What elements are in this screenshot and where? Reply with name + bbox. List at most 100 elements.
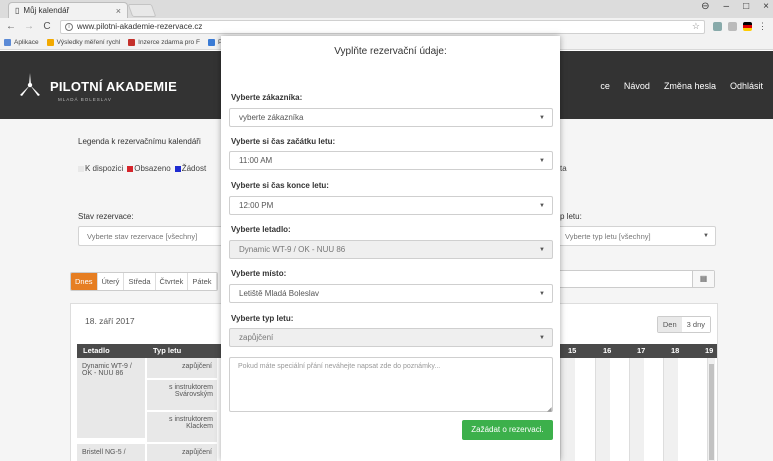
location-select-value: Letiště Mladá Boleslav <box>239 289 320 298</box>
menu-icon[interactable]: ⋮ <box>758 21 767 32</box>
legend-label: K dispozici <box>85 164 124 173</box>
aircraft-select[interactable]: Dynamic WT-9 / OK - NUU 86 ▼ <box>229 240 553 259</box>
type-filter-label: p letu: <box>560 212 582 221</box>
scrollbar-thumb[interactable] <box>709 364 714 460</box>
browser-tab-strip: ▯ Můj kalendář × ⊖ – □ × <box>0 0 773 18</box>
maximize-button[interactable]: □ <box>743 1 749 12</box>
day-tab[interactable]: Středa <box>124 273 156 290</box>
location-label: Vyberte místo: <box>231 269 287 278</box>
flight-type-cell: s instruktorem Svárovským <box>147 380 217 410</box>
type-filter-select[interactable]: Vyberte typ letu [všechny] ▼ <box>556 226 716 246</box>
end-time-select[interactable]: 12:00 PM ▼ <box>229 196 553 215</box>
legend-swatch <box>174 165 181 172</box>
bookmark-star-icon[interactable]: ☆ <box>692 21 700 32</box>
time-slot[interactable] <box>629 358 644 461</box>
legend-label: Obsazeno <box>134 164 171 173</box>
extensions: ⋮ <box>713 21 767 32</box>
header-hour: 17 <box>637 346 646 355</box>
reload-button[interactable]: C <box>42 21 52 32</box>
day-tab[interactable]: Čtvrtek <box>155 273 189 290</box>
nav-item-change-password[interactable]: Změna hesla <box>664 81 716 91</box>
back-button[interactable]: ← <box>6 21 16 32</box>
grid-scrollbar[interactable] <box>707 358 715 461</box>
bookmark-icon <box>207 38 215 46</box>
extension-icon[interactable] <box>713 22 722 31</box>
chevron-down-icon: ▼ <box>539 114 545 121</box>
bookmark-item[interactable]: Inzerce zdarma pro F <box>128 38 200 46</box>
end-time-label: Vyberte si čas konce letu: <box>231 181 329 190</box>
browser-tab[interactable]: ▯ Můj kalendář × <box>8 2 128 18</box>
customer-select[interactable]: vyberte zákazníka ▼ <box>229 108 553 127</box>
start-time-label: Vyberte si čas začátku letu: <box>231 137 336 146</box>
chevron-down-icon: ▼ <box>539 202 545 209</box>
header-flight-type: Typ letu <box>153 346 182 355</box>
chevron-down-icon: ▼ <box>703 233 709 239</box>
day-tab[interactable]: Pátek <box>188 273 217 290</box>
submit-reservation-button[interactable]: Zažádat o rezervaci. <box>462 420 553 440</box>
bookmark-icon <box>128 38 136 46</box>
reservation-modal: Vyplňte rezervační údaje: Vyberte zákazn… <box>221 36 560 461</box>
status-filter-value: Vyberte stav rezervace [všechny] <box>87 231 198 241</box>
view-day-button[interactable]: Den <box>657 317 682 332</box>
nav-item-guide[interactable]: Návod <box>624 81 650 91</box>
aircraft-label: Vyberte letadlo: <box>231 225 291 234</box>
minimize-button[interactable]: – <box>724 1 730 12</box>
logo-subtitle: MLADÁ BOLESLAV <box>58 97 112 102</box>
chevron-down-icon: ▼ <box>539 246 545 253</box>
nav-item-partial[interactable]: ce <box>600 81 610 91</box>
bookmark-label: Aplikace <box>14 38 39 46</box>
flight-type-select[interactable]: zapůjčení ▼ <box>229 328 553 347</box>
propeller-logo-icon <box>20 73 40 96</box>
new-tab-button[interactable] <box>127 4 157 17</box>
note-textarea[interactable] <box>229 357 553 412</box>
logo-text[interactable]: PILOTNÍ AKADEMIE <box>50 79 177 94</box>
time-slot[interactable] <box>560 358 575 461</box>
extension-icon[interactable] <box>728 22 737 31</box>
flag-icon[interactable] <box>743 22 752 31</box>
customer-label: Vyberte zákazníka: <box>231 93 303 102</box>
tab-title: Můj kalendář <box>23 6 70 15</box>
url-field[interactable]: i www.pilotni-akademie-rezervace.cz ☆ <box>60 19 705 34</box>
start-time-select[interactable]: 11:00 AM ▼ <box>229 151 553 170</box>
day-tabs: Dnes Úterý Středa Čtvrtek Pátek <box>70 272 218 291</box>
forward-button[interactable]: → <box>24 21 34 32</box>
legend-label: Žádost <box>181 164 207 173</box>
date-picker[interactable]: ▦ <box>555 270 715 288</box>
legend-title: Legenda k rezervačnímu kalendáři <box>78 137 201 146</box>
header-hour: 19 <box>705 346 714 355</box>
header-hour: 18 <box>671 346 680 355</box>
bookmark-label: Inzerce zdarma pro F <box>138 38 200 46</box>
header-hour: 15 <box>568 346 577 355</box>
time-slot[interactable] <box>595 358 610 461</box>
chevron-down-icon: ▼ <box>539 334 545 341</box>
bookmark-label: Výsledky měření rychl <box>56 38 121 46</box>
nav-item-logout[interactable]: Odhlásit <box>730 81 763 91</box>
url-text: www.pilotni-akademie-rezervace.cz <box>77 22 203 31</box>
aircraft-cell: Dynamic WT-9 / OK - NUU 86 <box>77 358 145 438</box>
info-icon[interactable]: i <box>65 22 73 31</box>
close-icon[interactable]: × <box>116 6 121 16</box>
resize-handle-icon[interactable]: ◢ <box>547 406 552 413</box>
status-filter-select[interactable]: Vyberte stav rezervace [všechny] <box>78 226 228 246</box>
close-window-button[interactable]: × <box>763 1 769 12</box>
legend-swatch <box>127 165 134 172</box>
bookmark-item[interactable]: Aplikace <box>4 38 39 46</box>
day-tab[interactable]: Úterý <box>97 273 125 290</box>
bookmark-item[interactable]: Výsledky měření rychl <box>46 38 121 46</box>
aircraft-select-value: Dynamic WT-9 / OK - NUU 86 <box>239 245 346 254</box>
header-aircraft: Letadlo <box>83 346 110 355</box>
calendar-date: 18. září 2017 <box>85 316 135 326</box>
calendar-icon[interactable]: ▦ <box>692 271 714 287</box>
day-tab[interactable]: Dnes <box>71 273 98 290</box>
flight-type-label: Vyberte typ letu: <box>231 314 294 323</box>
account-icon[interactable]: ⊖ <box>701 1 709 12</box>
location-select[interactable]: Letiště Mladá Boleslav ▼ <box>229 284 553 303</box>
customer-select-value: vyberte zákazníka <box>239 113 304 122</box>
flight-type-cell: s instruktorem Klackem <box>147 412 217 442</box>
view-3days-button[interactable]: 3 dny <box>681 317 710 332</box>
end-time-value: 12:00 PM <box>239 201 274 210</box>
view-switch: Den 3 dny <box>656 316 711 333</box>
legend-item: K dispozici <box>78 164 123 173</box>
flight-type-select-value: zapůjčení <box>239 333 274 342</box>
time-slot[interactable] <box>663 358 678 461</box>
